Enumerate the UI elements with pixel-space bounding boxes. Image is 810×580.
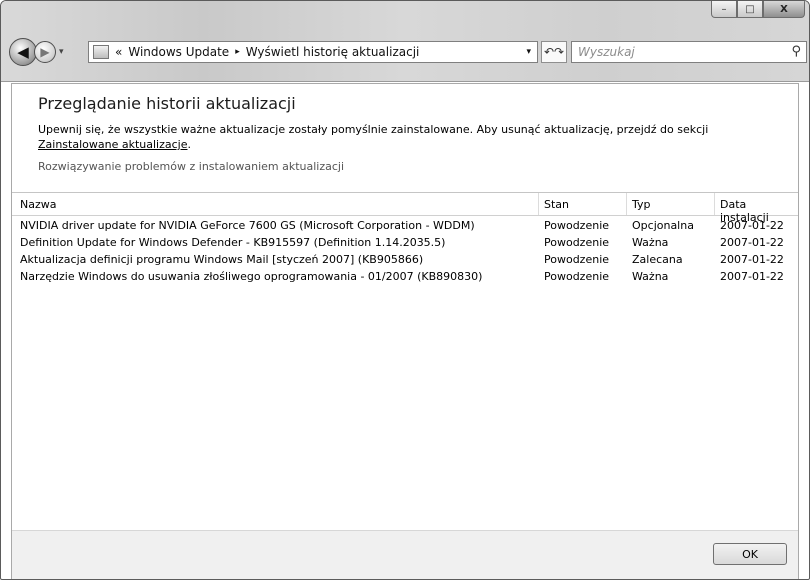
column-divider[interactable] bbox=[626, 193, 627, 215]
cell-name: Narzędzie Windows do usuwania złośliwego… bbox=[20, 270, 483, 283]
window: – □ X ◀ ▶ ▾ « Windows Update ▸ Wyświetl … bbox=[0, 0, 810, 580]
cell-date: 2007-01-22 bbox=[720, 219, 784, 232]
refresh-button[interactable]: ↶↷ bbox=[541, 41, 567, 63]
breadcrumb-separator-icon[interactable]: ▸ bbox=[235, 47, 240, 57]
cell-name: NVIDIA driver update for NVIDIA GeForce … bbox=[20, 219, 475, 232]
search-icon[interactable]: ⚲ bbox=[791, 42, 801, 62]
search-placeholder: Wyszukaj bbox=[578, 45, 635, 59]
history-dropdown-icon[interactable]: ▾ bbox=[59, 47, 64, 57]
troubleshoot-link[interactable]: Rozwiązywanie problemów z instalowaniem … bbox=[38, 160, 344, 173]
content-panel: Przeglądanie historii aktualizacji Upewn… bbox=[11, 83, 799, 579]
cell-date: 2007-01-22 bbox=[720, 253, 784, 266]
address-dropdown-icon[interactable]: ▾ bbox=[526, 47, 531, 57]
forward-button[interactable]: ▶ bbox=[34, 41, 56, 63]
maximize-button[interactable]: □ bbox=[737, 1, 763, 18]
cell-type: Ważna bbox=[632, 236, 669, 249]
cell-name: Definition Update for Windows Defender -… bbox=[20, 236, 446, 249]
ok-button[interactable]: OK bbox=[713, 543, 787, 565]
cell-name: Aktualizacja definicji programu Windows … bbox=[20, 253, 424, 266]
cell-type: Zalecana bbox=[632, 253, 683, 266]
column-header-status[interactable]: Stan bbox=[544, 198, 569, 211]
back-button[interactable]: ◀ bbox=[9, 38, 37, 66]
address-bar[interactable]: « Windows Update ▸ Wyświetl historię akt… bbox=[88, 41, 538, 63]
minimize-button[interactable]: – bbox=[711, 1, 737, 18]
table-header: Nazwa Stan Typ Data instalacji bbox=[12, 192, 798, 224]
page-title: Przeglądanie historii aktualizacji bbox=[38, 94, 296, 113]
dialog-footer: OK bbox=[12, 530, 798, 579]
caption-buttons: – □ X bbox=[711, 1, 805, 18]
table-row[interactable]: Narzędzie Windows do usuwania złośliwego… bbox=[12, 269, 798, 285]
refresh-icon: ↶↷ bbox=[543, 45, 565, 59]
cell-type: Opcjonalna bbox=[632, 219, 694, 232]
table-row[interactable]: Definition Update for Windows Defender -… bbox=[12, 235, 798, 251]
column-header-type[interactable]: Typ bbox=[632, 198, 651, 211]
address-chevron[interactable]: « bbox=[115, 45, 122, 59]
column-divider[interactable] bbox=[714, 193, 715, 215]
back-arrow-icon: ◀ bbox=[17, 43, 29, 61]
table-row[interactable]: NVIDIA driver update for NVIDIA GeForce … bbox=[12, 218, 798, 234]
control-panel-icon bbox=[93, 45, 109, 59]
title-bar: – □ X ◀ ▶ ▾ « Windows Update ▸ Wyświetl … bbox=[1, 1, 809, 82]
description-body: Upewnij się, że wszystkie ważne aktualiz… bbox=[38, 123, 709, 136]
forward-arrow-icon: ▶ bbox=[40, 45, 50, 59]
breadcrumb-windows-update[interactable]: Windows Update bbox=[128, 45, 229, 59]
navigation-bar: ◀ ▶ ▾ « Windows Update ▸ Wyświetl histor… bbox=[9, 37, 807, 67]
table-row[interactable]: Aktualizacja definicji programu Windows … bbox=[12, 252, 798, 268]
cell-date: 2007-01-22 bbox=[720, 270, 784, 283]
cell-status: Powodzenie bbox=[544, 253, 610, 266]
description-end: . bbox=[187, 138, 191, 151]
column-header-name[interactable]: Nazwa bbox=[20, 198, 56, 211]
breadcrumb-update-history[interactable]: Wyświetl historię aktualizacji bbox=[246, 45, 420, 59]
description-text: Upewnij się, że wszystkie ważne aktualiz… bbox=[38, 122, 778, 152]
search-input[interactable]: Wyszukaj ⚲ bbox=[571, 41, 807, 63]
column-divider[interactable] bbox=[538, 193, 539, 215]
cell-type: Ważna bbox=[632, 270, 669, 283]
close-button[interactable]: X bbox=[763, 1, 805, 18]
cell-date: 2007-01-22 bbox=[720, 236, 784, 249]
installed-updates-link[interactable]: Zainstalowane aktualizacje bbox=[38, 138, 187, 151]
cell-status: Powodzenie bbox=[544, 219, 610, 232]
cell-status: Powodzenie bbox=[544, 270, 610, 283]
back-forward-group: ◀ ▶ ▾ bbox=[9, 37, 64, 67]
cell-status: Powodzenie bbox=[544, 236, 610, 249]
